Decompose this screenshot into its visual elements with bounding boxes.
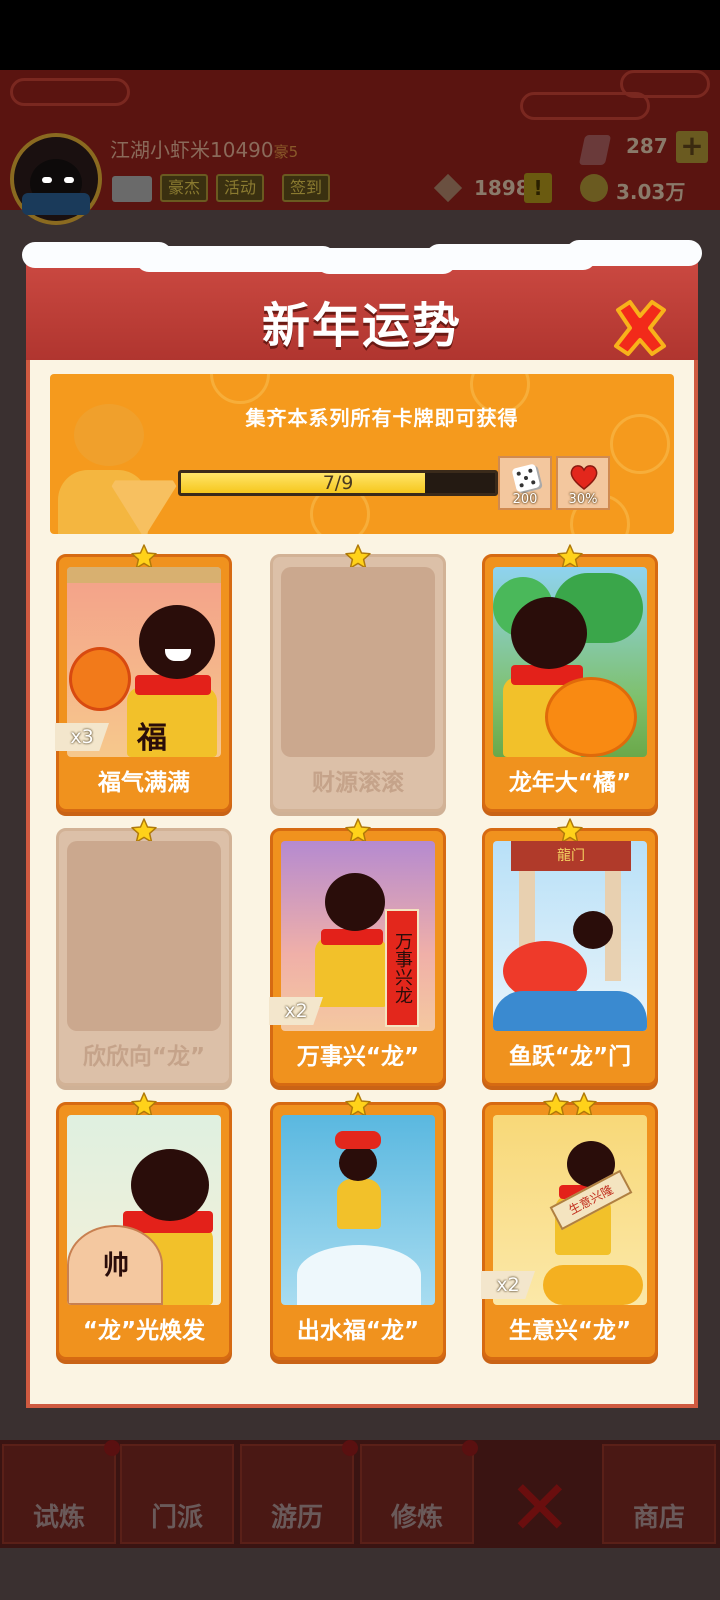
dialog-title: 新年运势 [261, 298, 462, 354]
card-shengyi-xinglong[interactable]: 生意兴隆 x2 生意兴“龙” [481, 1092, 658, 1360]
avatar-mask [22, 193, 90, 215]
gate-sign: 龍门 [557, 848, 585, 864]
gold-coins-icon [543, 1265, 643, 1305]
notification-dot [462, 1440, 478, 1456]
card-name: 出水福“龙” [296, 1318, 420, 1344]
reward-quantity: 30% [568, 492, 598, 507]
scroll-text: 万事兴龙 [385, 909, 419, 1027]
dragon-hat-icon [335, 1131, 381, 1149]
card-chushui-fulong[interactable]: 出水福“龙” [270, 1092, 446, 1360]
reward-quantity: 200 [512, 492, 538, 507]
player-name-text: 江湖小虾米10490 [110, 138, 274, 162]
gem-count: 287 [626, 134, 668, 158]
checkin-button[interactable]: 签到 [282, 174, 331, 202]
player-name: 江湖小虾米10490豪5 [110, 134, 298, 163]
dice-icon [511, 463, 541, 493]
status-bar [0, 0, 720, 70]
nav-item-cultivate[interactable]: 修炼 [360, 1440, 478, 1544]
fu-character: 福 [137, 721, 167, 756]
new-year-fortune-dialog: 新年运势 集齐本系列所有卡牌即可获得 7/9 200 30% 福 x3 福气满满… [22, 238, 702, 1408]
nav-label: 修炼 [390, 1503, 443, 1533]
nav-item-sect[interactable]: 门派 [120, 1444, 234, 1544]
nav-label: 试炼 [32, 1503, 85, 1533]
card-art [493, 567, 647, 757]
card-art [281, 1115, 435, 1305]
player-avatar[interactable] [10, 133, 102, 225]
coin-count: 3.03万 [616, 180, 686, 204]
close-button[interactable] [608, 296, 672, 360]
card-name: 龙年大“橘” [508, 770, 632, 796]
card-longguang-huanfa[interactable]: 帅 “龙”光焕发 [56, 1092, 232, 1360]
card-art-locked [281, 567, 435, 757]
vip-level: 豪5 [273, 143, 299, 161]
cloud-decoration [620, 70, 710, 98]
card-name: 生意兴“龙” [508, 1318, 632, 1344]
alert-icon[interactable]: ! [524, 173, 552, 203]
reward-description: 集齐本系列所有卡牌即可获得 [245, 406, 519, 430]
activity-button[interactable]: 活动 [216, 174, 265, 202]
card-art-locked [67, 841, 221, 1031]
avatar-eye [42, 177, 52, 183]
avatar-eye [64, 177, 74, 183]
cloud-decoration [10, 78, 130, 106]
reward-heart[interactable]: 30% [556, 456, 610, 510]
card-wanshi-xinglong[interactable]: 万事兴龙 x2 万事兴“龙” [269, 818, 446, 1086]
card-yuyue-longmen[interactable]: 龍门 鱼跃“龙”门 [482, 818, 658, 1086]
reward-dice[interactable]: 200 [498, 456, 552, 510]
player-header [0, 70, 720, 210]
card-name: “龙”光焕发 [82, 1318, 206, 1344]
lantern-icon [69, 647, 131, 711]
card-name: 财源滚滚 [312, 770, 404, 796]
card-name: 鱼跃“龙”门 [508, 1044, 632, 1070]
nav-label: 门派 [150, 1503, 203, 1533]
orange-icon [545, 677, 637, 757]
notification-dot [342, 1440, 358, 1456]
card-longnian-daju[interactable]: 龙年大“橘” [482, 544, 658, 812]
nav-label: 游历 [270, 1503, 323, 1533]
heroes-button[interactable]: 豪杰 [160, 174, 209, 202]
token-count: 1898 [474, 176, 530, 200]
nav-item-travel[interactable]: 游历 [240, 1440, 358, 1544]
card-name: 万事兴“龙” [296, 1044, 420, 1070]
card-fuqi-manman[interactable]: 福 x3 福气满满 [55, 544, 232, 812]
collection-progress-bar: 7/9 [178, 470, 498, 496]
nav-item-shop[interactable]: 商店 [602, 1444, 716, 1544]
notification-dot [104, 1440, 120, 1456]
coin-icon [580, 174, 608, 202]
card-art: 帅 [67, 1115, 221, 1305]
close-icon [614, 300, 666, 356]
heart-icon [570, 465, 598, 490]
card-xinxin-xianglong[interactable]: 欣欣向“龙” [56, 818, 232, 1086]
nav-close-icon[interactable]: ✕ [508, 1470, 572, 1546]
fan-character: 帅 [103, 1251, 130, 1281]
nav-item-trial[interactable]: 试炼 [2, 1440, 120, 1544]
progress-label: 7/9 [322, 472, 354, 494]
card-caiyuan-gungun[interactable]: 财源滚滚 [270, 544, 446, 812]
mail-icon[interactable] [112, 176, 152, 202]
add-gems-button[interactable]: + [676, 131, 708, 163]
card-name: 欣欣向“龙” [82, 1044, 206, 1070]
nav-label: 商店 [632, 1503, 685, 1533]
card-art: 龍门 [493, 841, 647, 1031]
reward-banner: 集齐本系列所有卡牌即可获得 7/9 200 30% [50, 374, 674, 534]
card-name: 福气满满 [98, 770, 190, 796]
dialog-body: 集齐本系列所有卡牌即可获得 7/9 200 30% 福 x3 福气满满 财源滚滚… [26, 360, 698, 1408]
snow-decoration [22, 238, 702, 274]
